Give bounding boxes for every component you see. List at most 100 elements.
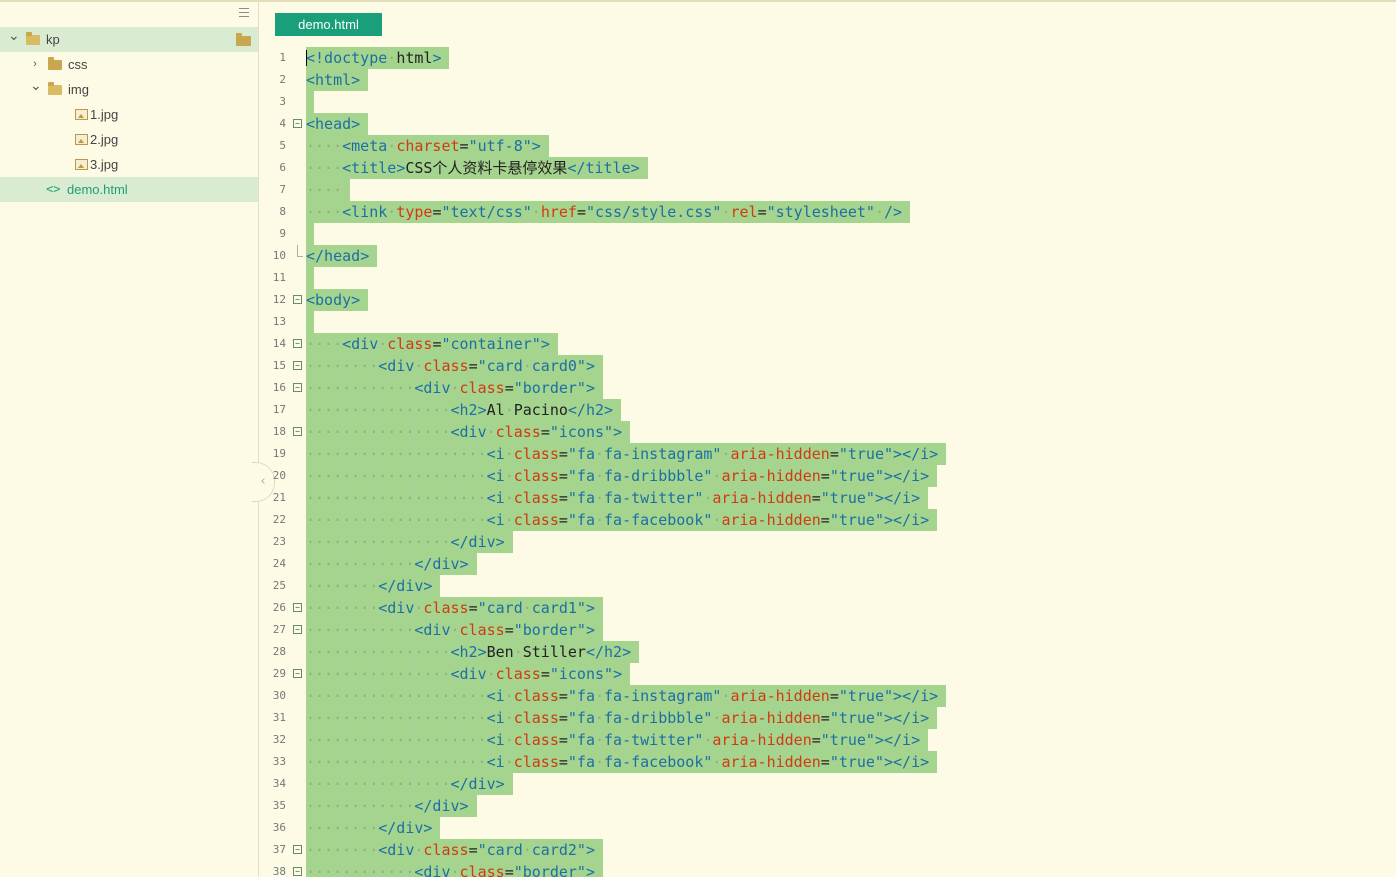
code-line[interactable]: 23 ················</div>	[259, 531, 1396, 553]
code-line[interactable]: 28 ················<h2>Ben·Stiller</h2>	[259, 641, 1396, 663]
tree-item-1-jpg[interactable]: 1.jpg	[0, 102, 258, 127]
indent-guide	[342, 663, 344, 685]
indent-guide	[342, 421, 344, 443]
code-line[interactable]: 38− ············<div·class="border">	[259, 861, 1396, 877]
code-line[interactable]: 11	[259, 267, 1396, 289]
fold-toggle-icon[interactable]: −	[293, 361, 302, 370]
indent-guide	[414, 751, 416, 773]
indent-guide	[342, 553, 344, 575]
code-line[interactable]: 5 ····<meta·charset="utf-8">	[259, 135, 1396, 157]
indent-guide	[378, 465, 380, 487]
tree-item-2-jpg[interactable]: 2.jpg	[0, 127, 258, 152]
code-text: ····<meta·charset="utf-8">	[306, 135, 549, 157]
code-line[interactable]: 26− ········<div·class="card·card1">	[259, 597, 1396, 619]
tab-demo-html[interactable]: demo.html	[275, 13, 382, 36]
code-line[interactable]: 17 ················<h2>Al·Pacino</h2>	[259, 399, 1396, 421]
code-line[interactable]: 6 ····<title>CSS个人资料卡悬停效果</title>	[259, 157, 1396, 179]
code-line[interactable]: 29− ················<div·class="icons">	[259, 663, 1396, 685]
indent-guide	[450, 685, 452, 707]
fold-toggle-icon[interactable]: −	[293, 867, 302, 876]
code-line[interactable]: 22 ····················<i·class="fa·fa-fa…	[259, 509, 1396, 531]
code-line[interactable]: 27− ············<div·class="border">	[259, 619, 1396, 641]
chevron-down-icon[interactable]: ⌄	[8, 23, 20, 48]
code-line[interactable]: 31 ····················<i·class="fa·fa-dr…	[259, 707, 1396, 729]
code-line[interactable]: 4− <head>	[259, 113, 1396, 135]
code-text: ············</div>	[306, 553, 477, 575]
tree-item-label: demo.html	[67, 182, 128, 197]
code-text: </head>	[306, 245, 378, 267]
code-line[interactable]: 36 ········</div>	[259, 817, 1396, 839]
tree-item-label: img	[68, 82, 89, 97]
code-line[interactable]: 18− ················<div·class="icons">	[259, 421, 1396, 443]
indent-guide	[342, 487, 344, 509]
fold-toggle-icon[interactable]: −	[293, 845, 302, 854]
code-line[interactable]: 10 </head>	[259, 245, 1396, 267]
line-number: 11	[272, 271, 286, 284]
chevron-down-icon[interactable]: ⌄	[30, 73, 42, 98]
project-folder-icon[interactable]	[236, 33, 251, 46]
indent-guide	[450, 509, 452, 531]
fold-toggle-icon[interactable]: −	[293, 339, 302, 348]
line-number: 24	[272, 557, 286, 570]
code-line[interactable]: 25 ········</div>	[259, 575, 1396, 597]
code-line[interactable]: 3	[259, 91, 1396, 113]
line-number: 3	[279, 95, 286, 108]
fold-toggle-icon[interactable]: −	[293, 119, 302, 128]
code-line[interactable]: 8 ····<link·type="text/css"·href="css/sty…	[259, 201, 1396, 223]
code-editor[interactable]: 1 <!doctype·html> 2 <html> 3 4− <head> 5 ····<me…	[259, 47, 1396, 877]
line-number: 5	[279, 139, 286, 152]
code-line[interactable]: 13	[259, 311, 1396, 333]
tree-item-3-jpg[interactable]: 3.jpg	[0, 152, 258, 177]
code-line[interactable]: 35 ············</div>	[259, 795, 1396, 817]
tree-item-label: kp	[46, 32, 60, 47]
code-line[interactable]: 14− ····<div·class="container">	[259, 333, 1396, 355]
code-text: ····<title>CSS个人资料卡悬停效果</title>	[306, 157, 648, 179]
hamburger-menu-icon[interactable]	[239, 8, 249, 17]
line-number: 17	[272, 403, 286, 416]
fold-toggle-icon[interactable]: −	[293, 669, 302, 678]
line-number: 15	[272, 359, 286, 372]
fold-toggle-icon[interactable]: −	[293, 427, 302, 436]
fold-toggle-icon[interactable]: −	[293, 625, 302, 634]
code-line[interactable]: 16− ············<div·class="border">	[259, 377, 1396, 399]
code-line[interactable]: 32 ····················<i·class="fa·fa-tw…	[259, 729, 1396, 751]
indent-guide	[378, 795, 380, 817]
code-line[interactable]: 2 <html>	[259, 69, 1396, 91]
code-line[interactable]: 7 ····	[259, 179, 1396, 201]
tree-item-kp[interactable]: ⌄ kp	[0, 27, 258, 52]
code-line[interactable]: 15− ········<div·class="card·card0">	[259, 355, 1396, 377]
indent-guide	[414, 465, 416, 487]
line-number: 18	[272, 425, 286, 438]
indent-guide	[342, 465, 344, 487]
code-text: ····<div·class="container">	[306, 333, 558, 355]
line-number: 36	[272, 821, 286, 834]
indent-guide	[342, 443, 344, 465]
indent-guide	[414, 421, 416, 443]
indent-guide	[342, 861, 344, 877]
line-number: 23	[272, 535, 286, 548]
code-line[interactable]: 21 ····················<i·class="fa·fa-tw…	[259, 487, 1396, 509]
tree-item-img[interactable]: ⌄ img	[0, 77, 258, 102]
code-line[interactable]: 33 ····················<i·class="fa·fa-fa…	[259, 751, 1396, 773]
fold-toggle-icon[interactable]: −	[293, 295, 302, 304]
tree-item-label: 3.jpg	[90, 157, 119, 172]
code-line[interactable]: 19 ····················<i·class="fa·fa-in…	[259, 443, 1396, 465]
code-line[interactable]: 9	[259, 223, 1396, 245]
code-text	[306, 311, 314, 333]
fold-toggle-icon[interactable]: −	[293, 603, 302, 612]
fold-toggle-icon[interactable]: −	[293, 383, 302, 392]
code-text: ············<div·class="border">	[306, 377, 603, 399]
tree-item-demo-html[interactable]: <> demo.html	[0, 177, 258, 202]
code-line[interactable]: 34 ················</div>	[259, 773, 1396, 795]
code-line[interactable]: 24 ············</div>	[259, 553, 1396, 575]
indent-guide	[414, 729, 416, 751]
code-line[interactable]: 20 ····················<i·class="fa·fa-dr…	[259, 465, 1396, 487]
code-line[interactable]: 37− ········<div·class="card·card2">	[259, 839, 1396, 861]
code-line[interactable]: 12− <body>	[259, 289, 1396, 311]
line-number: 13	[272, 315, 286, 328]
code-line[interactable]: 30 ····················<i·class="fa·fa-in…	[259, 685, 1396, 707]
indent-guide	[342, 619, 344, 641]
line-number: 1	[279, 51, 286, 64]
code-line[interactable]: 1 <!doctype·html>	[259, 47, 1396, 69]
indent-guide	[414, 531, 416, 553]
